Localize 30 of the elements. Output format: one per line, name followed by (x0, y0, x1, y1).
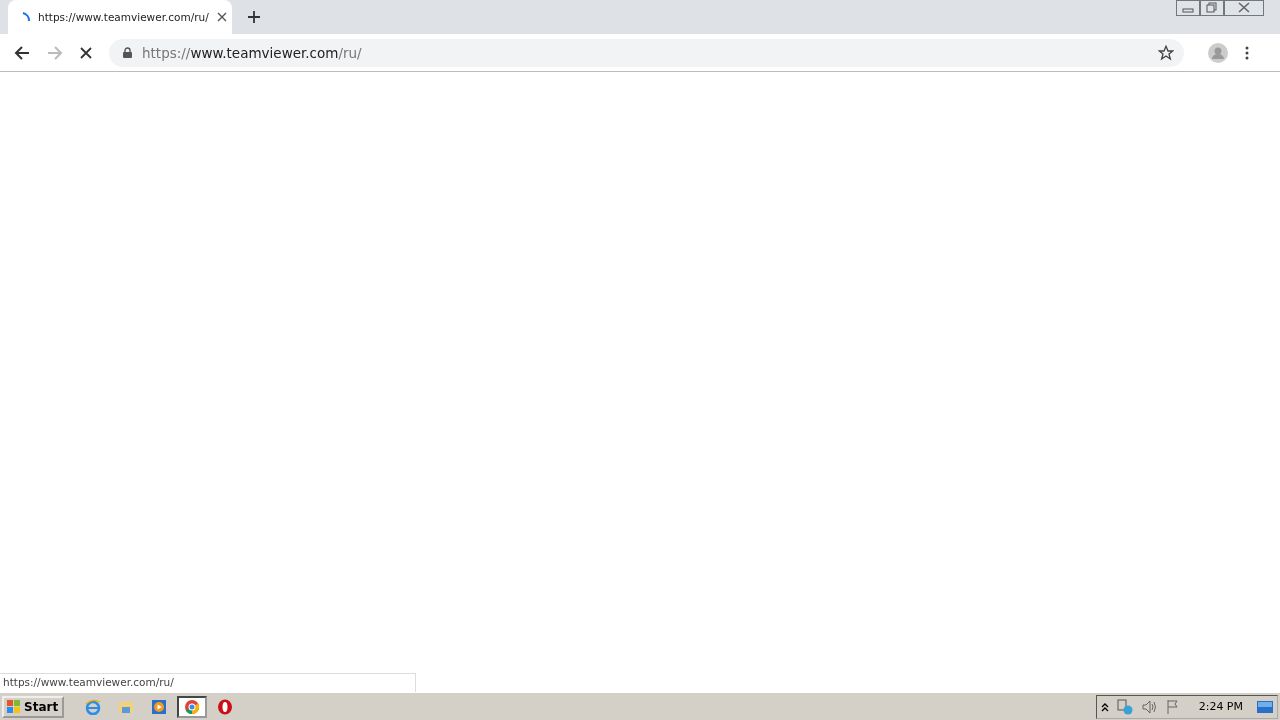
forward-icon[interactable] (47, 44, 63, 61)
url-text: https://www.teamviewer.com/ru/ (142, 44, 363, 61)
chrome-icon (184, 698, 201, 715)
flag-icon[interactable] (1164, 698, 1181, 715)
show-desktop-icon[interactable] (1257, 699, 1273, 714)
loading-spinner-icon (22, 12, 30, 22)
media-player-icon (151, 698, 168, 715)
back-icon[interactable] (14, 44, 30, 61)
close-icon[interactable] (1224, 0, 1264, 16)
new-tab-icon[interactable] (248, 11, 260, 23)
windows-logo-icon (7, 700, 21, 713)
opera-icon (217, 698, 234, 715)
avatar-icon[interactable] (1208, 42, 1228, 63)
browser-tab[interactable]: https://www.teamviewer.com/ru/ (8, 0, 232, 34)
address-bar[interactable]: https://www.teamviewer.com/ru/ (109, 38, 1184, 67)
restore-icon[interactable] (1200, 0, 1224, 16)
speaker-icon[interactable] (1140, 698, 1157, 715)
chevron-up-icon[interactable] (1100, 701, 1109, 712)
internet-explorer-icon (85, 698, 102, 715)
clock[interactable]: 2:24 PM (1198, 700, 1243, 713)
start-button[interactable]: Start (2, 695, 65, 718)
status-bubble: https://www.teamviewer.com/ru/ (0, 673, 416, 692)
star-icon[interactable] (1158, 44, 1174, 61)
network-icon[interactable] (1116, 698, 1133, 715)
close-icon[interactable] (216, 12, 227, 22)
taskbar-button[interactable] (177, 695, 208, 718)
menu-icon[interactable] (1245, 45, 1249, 60)
lock-icon (123, 47, 132, 58)
stop-icon[interactable] (80, 46, 92, 59)
minimize-icon[interactable] (1176, 0, 1200, 16)
